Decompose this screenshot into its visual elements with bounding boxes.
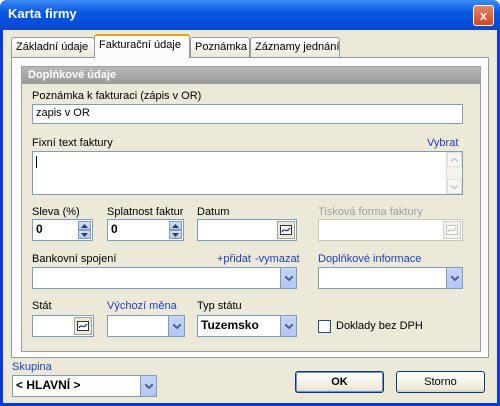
sleva-spinner[interactable] (78, 221, 91, 239)
tab-label: Záznamy jednání (255, 41, 340, 53)
pridat-link[interactable]: +přidat (217, 253, 251, 265)
tab-panel: Doplňkové údaje Poznámka k fakturaci (zá… (11, 57, 489, 358)
spin-up-icon[interactable] (78, 221, 91, 230)
splatnost-value: 0 (111, 222, 118, 236)
doplnkove-informace-label[interactable]: Doplňkové informace (318, 253, 421, 265)
chevron-down-icon[interactable] (446, 268, 462, 288)
tab-fakturacni-udaje[interactable]: Fakturační údaje (94, 34, 190, 58)
typ-statu-label: Typ státu (197, 300, 242, 312)
dialog-window: Karta firmy x Základní údaje Fakturační … (0, 0, 500, 406)
vybrat-link[interactable]: Vybrat (427, 137, 458, 149)
scroll-down-icon[interactable] (447, 179, 462, 194)
stat-label: Stát (32, 300, 52, 312)
text-caret (36, 156, 37, 168)
skupina-select[interactable]: < HLAVNÍ > (12, 375, 157, 397)
title-bar[interactable]: Karta firmy x (0, 0, 500, 30)
splatnost-input[interactable]: 0 (107, 219, 184, 241)
chevron-down-icon[interactable] (280, 316, 296, 336)
fixni-text-label: Fixní text faktury (32, 137, 113, 149)
tiskova-forma-input (318, 219, 463, 241)
textarea-scrollbar[interactable] (446, 152, 462, 194)
window-title: Karta firmy (8, 6, 77, 21)
sleva-input[interactable]: 0 (32, 219, 93, 241)
fixni-text-textarea[interactable] (32, 151, 463, 195)
spin-up-icon[interactable] (169, 221, 182, 230)
spin-down-icon[interactable] (78, 230, 91, 239)
chevron-down-icon[interactable] (280, 268, 296, 288)
spin-down-icon[interactable] (169, 230, 182, 239)
skupina-value: < HLAVNÍ > (16, 378, 81, 392)
tab-label: Poznámka (195, 41, 247, 53)
doklady-bez-dph-checkbox[interactable] (318, 320, 331, 333)
tab-poznamka[interactable]: Poznámka (190, 37, 250, 57)
vychozi-mena-label[interactable]: Výchozí měna (107, 300, 177, 312)
datum-label: Datum (197, 206, 230, 218)
poznamka-input[interactable]: zapis v OR (32, 104, 463, 124)
bankovni-spojeni-label: Bankovní spojení (32, 253, 117, 265)
tab-zakladni-udaje[interactable]: Základní údaje (11, 37, 95, 57)
scroll-up-icon[interactable] (447, 152, 462, 167)
sleva-label: Sleva (%) (32, 206, 80, 218)
bankovni-spojeni-select[interactable] (32, 267, 297, 289)
tab-zaznamy-jednani[interactable]: Záznamy jednání (250, 37, 340, 57)
poznamka-label: Poznámka k fakturaci (zápis v OR) (32, 90, 202, 102)
vymazat-link[interactable]: -vymazat (255, 253, 300, 265)
picker-icon[interactable] (74, 317, 92, 335)
typ-statu-select[interactable]: Tuzemsko (197, 315, 297, 337)
doplnkove-informace-select[interactable] (318, 267, 463, 289)
ok-button[interactable]: OK (295, 371, 384, 393)
dialog-client: Základní údaje Fakturační údaje Poznámka… (3, 30, 497, 403)
typ-statu-value: Tuzemsko (201, 318, 259, 332)
stat-input[interactable] (32, 315, 94, 337)
tab-label: Základní údaje (16, 41, 89, 53)
section-title: Doplňkové údaje (22, 67, 480, 84)
chevron-down-icon[interactable] (168, 316, 184, 336)
section-doplnkove-udaje: Doplňkové údaje Poznámka k fakturaci (zá… (21, 66, 481, 352)
splatnost-spinner[interactable] (169, 221, 182, 239)
chevron-down-icon[interactable] (140, 376, 156, 396)
vychozi-mena-select[interactable] (107, 315, 185, 337)
close-icon: x (479, 8, 488, 23)
close-button[interactable]: x (473, 5, 494, 26)
skupina-label: Skupina (12, 361, 52, 373)
datum-input[interactable] (197, 219, 297, 241)
tab-label: Fakturační údaje (99, 39, 181, 51)
tiskova-forma-label: Tisková forma faktury (318, 206, 423, 218)
doklady-bez-dph-label: Doklady bez DPH (336, 320, 423, 332)
poznamka-value: zapis v OR (36, 107, 90, 119)
sleva-value: 0 (36, 222, 43, 236)
splatnost-label: Splatnost faktur (107, 206, 184, 218)
storno-button[interactable]: Storno (396, 371, 485, 393)
calendar-icon[interactable] (277, 221, 295, 239)
calendar-icon (443, 221, 461, 239)
